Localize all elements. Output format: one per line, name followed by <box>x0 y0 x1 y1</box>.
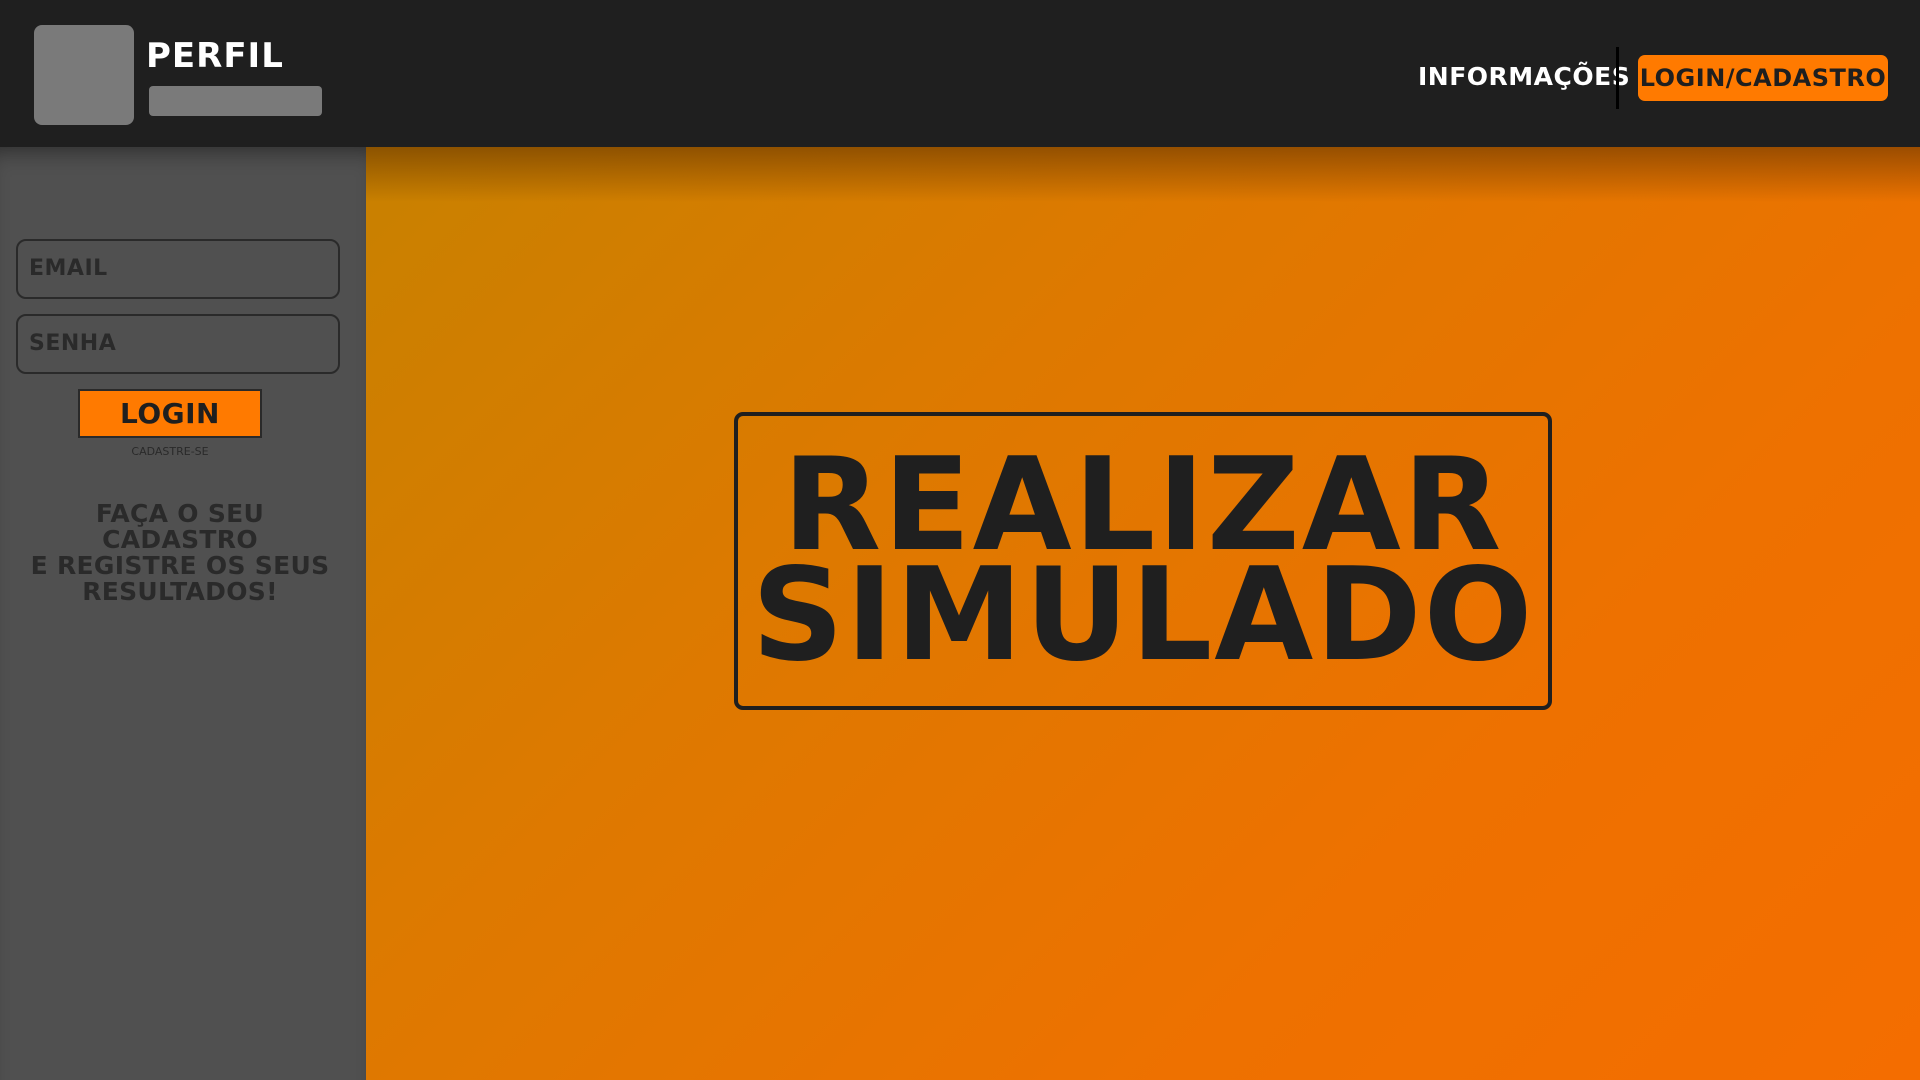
profile-name-placeholder <box>149 86 322 116</box>
realizar-simulado-button[interactable]: Realizar Simulado <box>734 412 1552 710</box>
signup-message-line: Faça o seu cadastro <box>95 499 265 554</box>
nav-divider <box>1616 47 1619 109</box>
signup-link[interactable]: Cadastre-se <box>0 445 340 458</box>
password-field[interactable]: Senha <box>16 314 340 374</box>
email-field[interactable]: Email <box>16 239 340 299</box>
login-button[interactable]: Login <box>78 389 262 438</box>
main-content: Realizar Simulado <box>366 147 1920 1080</box>
login-sidebar: Email Senha Login Cadastre-se Faça o seu… <box>0 147 366 1080</box>
cta-line: Simulado <box>751 541 1535 690</box>
profile-title[interactable]: Perfil <box>146 36 284 76</box>
signup-message: Faça o seu cadastro e registre os seus r… <box>20 501 340 605</box>
top-header: Perfil Informações Login/Cadastro <box>0 0 1920 147</box>
nav-informacoes-link[interactable]: Informações <box>1418 62 1630 91</box>
signup-message-line: e registre os seus <box>30 551 330 580</box>
nav-login-cadastro-button[interactable]: Login/Cadastro <box>1638 55 1888 101</box>
avatar[interactable] <box>34 25 134 125</box>
signup-message-line: resultados! <box>82 577 278 606</box>
